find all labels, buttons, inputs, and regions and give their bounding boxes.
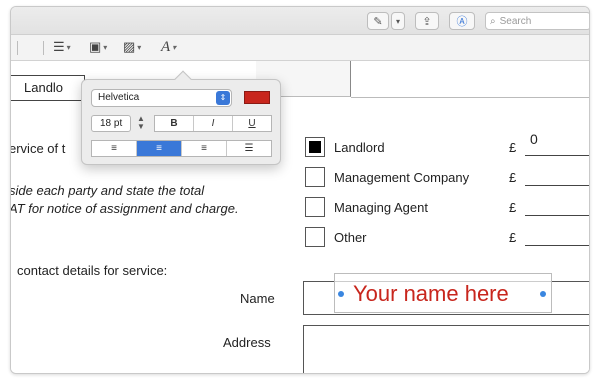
text-style-glyph: A — [161, 39, 171, 55]
amount-field-management-company[interactable] — [525, 185, 589, 186]
annotation-text[interactable]: Your name here — [353, 281, 509, 307]
select-arrows-icon: ⇕ — [216, 91, 230, 105]
name-label: Name — [240, 291, 275, 306]
text-annotation[interactable]: Your name here — [334, 273, 552, 313]
alignment-segment: ≡ ≡ ≡ ☰ — [91, 140, 272, 157]
font-size-value: 18 pt — [100, 118, 123, 129]
share-icon[interactable]: ⇪ — [415, 12, 439, 30]
amount-field-other[interactable] — [525, 245, 589, 246]
address-field[interactable] — [303, 325, 589, 373]
preview-window: ✎ ▾ ⇪ Ⓐ ⌕ Search ☰ ▾ ▣ ▾ ▨ ▾ A ▾ Landlo ervi… — [10, 6, 590, 374]
italic-button[interactable]: I — [194, 116, 233, 131]
text-style-icon[interactable]: A ▾ — [161, 39, 176, 56]
contact-details-text: contact details for service: — [17, 263, 168, 278]
option-label-landlord: Landlord — [334, 140, 385, 155]
border-icon[interactable]: ▣ ▾ — [89, 39, 107, 55]
font-family-select[interactable]: Helvetica ⇕ — [91, 89, 232, 107]
currency-symbol: £ — [509, 230, 517, 245]
text-style-segment: B I U — [154, 115, 272, 132]
markup-icon[interactable]: Ⓐ — [449, 12, 475, 30]
chevron-down-icon[interactable]: ▾ — [391, 12, 405, 30]
search-placeholder: Search — [499, 15, 532, 27]
instruction-line-1: side each party and state the total — [10, 183, 205, 198]
checkbox-landlord[interactable] — [305, 137, 325, 157]
align-right-icon[interactable]: ≡ — [182, 141, 227, 156]
align-left-icon[interactable]: ≡ — [92, 141, 137, 156]
header-rule — [351, 97, 589, 98]
bold-button[interactable]: B — [155, 116, 194, 131]
search-input[interactable]: ⌕ Search — [485, 12, 589, 30]
align-center-icon[interactable]: ≡ — [137, 141, 182, 156]
font-size-stepper[interactable]: ▲ ▼ — [135, 115, 147, 132]
font-popover: Helvetica ⇕ 18 pt ▲ ▼ B I U ≡ ≡ ≡ ☰ — [81, 70, 281, 165]
markup-toolbar: ☰ ▾ ▣ ▾ ▨ ▾ A ▾ — [11, 35, 589, 61]
amount-field-landlord[interactable] — [525, 155, 589, 156]
amount-value-landlord: 0 — [530, 131, 538, 147]
currency-symbol: £ — [509, 140, 517, 155]
checkbox-other[interactable] — [305, 227, 325, 247]
resize-handle-left[interactable] — [338, 291, 344, 297]
fill-color-icon[interactable]: ▨ ▾ — [123, 39, 141, 55]
checkbox-management-company[interactable] — [305, 167, 325, 187]
title-bar: ✎ ▾ ⇪ Ⓐ ⌕ Search — [11, 7, 589, 35]
option-label-managing-agent: Managing Agent — [334, 200, 428, 215]
magnifier-icon: ⌕ — [490, 15, 496, 27]
justify-icon[interactable]: ☰ — [227, 141, 271, 156]
landlord-tab-label: Landlo — [24, 80, 64, 95]
checkbox-managing-agent[interactable] — [305, 197, 325, 217]
address-label: Address — [223, 335, 271, 350]
pen-icon[interactable]: ✎ — [367, 12, 389, 30]
font-family-value: Helvetica — [98, 92, 140, 103]
underline-button[interactable]: U — [233, 116, 271, 131]
resize-handle-right[interactable] — [540, 291, 546, 297]
instruction-line-2: AT for notice of assignment and charge. — [10, 201, 239, 216]
landlord-tab: Landlo — [11, 75, 85, 101]
currency-symbol: £ — [509, 170, 517, 185]
service-text: ervice of t — [10, 141, 66, 156]
font-color-swatch[interactable] — [244, 91, 270, 104]
toolbar-divider — [43, 41, 44, 55]
lines-style-icon[interactable]: ☰ ▾ — [53, 39, 71, 55]
font-size-field[interactable]: 18 pt — [91, 115, 131, 132]
option-label-management-company: Management Company — [334, 170, 470, 185]
toolbar-divider — [17, 41, 18, 55]
amount-field-managing-agent[interactable] — [525, 215, 589, 216]
option-label-other: Other — [334, 230, 367, 245]
currency-symbol: £ — [509, 200, 517, 215]
